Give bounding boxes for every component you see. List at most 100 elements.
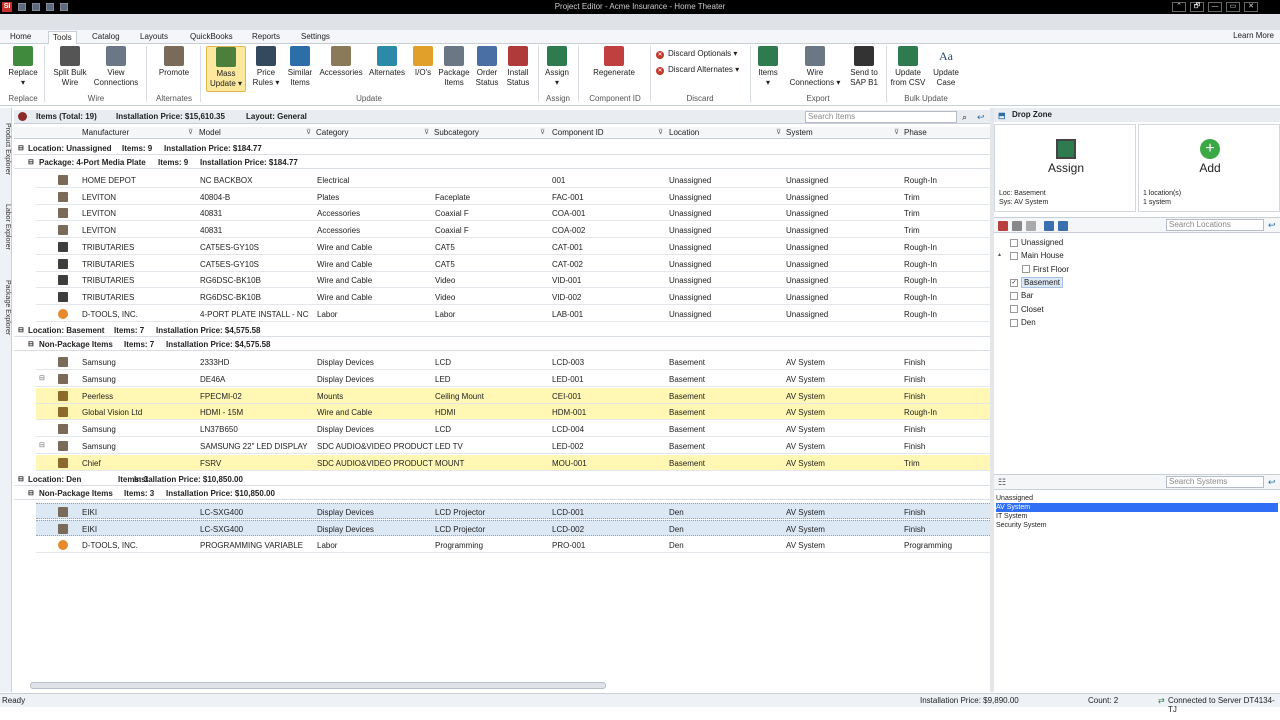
col-location[interactable]: Location [669,128,699,137]
package-items-button[interactable]: Package Items [438,46,470,88]
regenerate-button[interactable]: Regenerate [590,46,638,78]
location-group-header[interactable]: ⊟ Location: Unassigned Items: 9 Installatio… [14,141,990,155]
system-item[interactable]: Security System [996,521,1278,530]
table-row[interactable]: EIKI LC-SXG400 Display Devices LCD Projecto… [36,503,990,520]
col-subcategory[interactable]: Subcategory [434,128,479,137]
location-checkbox[interactable] [1010,292,1018,301]
search-items-input[interactable]: Search Items [805,111,957,123]
location-checkbox[interactable]: ✓ [1010,278,1018,287]
view-connections-button[interactable]: View Connections [92,46,140,88]
list-view-icon[interactable] [1026,221,1036,231]
sub-group-header[interactable]: ⊟ Non-Package Items Items: 7 Installation P… [14,337,990,352]
table-row[interactable]: TRIBUTARIES CAT5ES-GY10S Wire and Cable CAT… [36,239,990,255]
table-row[interactable]: TRIBUTARIES RG6DSC-BK10B Wire and Cable Vid… [36,272,990,289]
tab-settings[interactable]: Settings [297,31,334,44]
tab-layouts[interactable]: Layouts [136,31,172,44]
assign-ribbon-button[interactable]: Assign ▾ [542,46,572,88]
discard-alternates-button[interactable]: ✕ Discard Alternates ▾ [656,64,739,76]
learn-more-link[interactable]: Learn More [1233,31,1274,40]
expand-all-icon[interactable] [1044,221,1054,231]
wire-connections-button[interactable]: Wire Connections ▾ [788,46,842,88]
location-checkbox[interactable] [1022,265,1030,274]
location-node[interactable]: ▴ Main House [998,251,1064,261]
table-row[interactable]: Chief FSRV SDC AUDIO&VIDEO PRODUCTS MOUNT MO… [36,454,990,471]
tab-reports[interactable]: Reports [248,31,284,44]
sub-group-header[interactable]: ⊟ Package: 4-Port Media Plate Items: 9 Inst… [14,155,990,169]
update-from-csv-button[interactable]: Update from CSV [890,46,926,88]
send-to-sap-button[interactable]: Send to SAP B1 [848,46,880,88]
filter-icon[interactable]: ⊽ [776,128,781,136]
table-row[interactable]: D-TOOLS, INC. 4-PORT PLATE INSTALL - NC La… [36,306,990,322]
location-checkbox[interactable] [1010,252,1018,261]
horizontal-scrollbar[interactable] [30,682,606,689]
col-system[interactable]: System [786,128,813,137]
add-drop-box[interactable]: + Add 1 location(s) 1 system [1138,124,1280,212]
table-row[interactable]: ⊟ Samsung DE46A Display Devices LED LED-001 Ba… [36,371,990,387]
collapse-icon[interactable]: ⊟ [28,158,34,166]
accessories-button[interactable]: Accessories [318,46,364,78]
table-row[interactable]: Global Vision Ltd HDMI - 15M Wire and Cabl… [36,404,990,421]
clear-system-search-icon[interactable]: ↩ [1268,477,1276,488]
collapse-all-icon[interactable] [1058,221,1068,231]
table-row[interactable]: ⊟ Samsung SAMSUNG 22" LED DISPLAY SDC AUDIO… [36,438,990,454]
table-row[interactable]: TRIBUTARIES CAT5ES-GY10S Wire and Cable CAT… [36,256,990,272]
table-row[interactable]: LEVITON 40831 Accessories Coaxial F COA-002 U… [36,222,990,239]
filter-icon[interactable]: ⊽ [540,128,545,136]
col-category[interactable]: Category [316,128,348,137]
order-status-button[interactable]: Order Status [472,46,502,88]
labor-explorer-tab[interactable]: Labor Explorer [1,192,11,262]
tree-view-icon[interactable] [1012,221,1022,231]
col-phase[interactable]: Phase [904,128,927,137]
promote-button[interactable]: Promote [154,46,194,78]
search-icon[interactable]: ⌕ [962,112,967,123]
mass-update-button[interactable]: Mass Update ▾ [206,46,246,92]
search-systems-input[interactable]: Search Systems [1166,476,1264,488]
ios-button[interactable]: I/O's [410,46,436,78]
tab-home[interactable]: Home [6,31,35,44]
location-node[interactable]: Unassigned [1010,238,1063,247]
filter-icon[interactable]: ⊽ [188,128,193,136]
items-layout[interactable]: Layout: General [246,112,307,121]
location-group-header[interactable]: ⊟ Location: Basement Items: 7 Installation … [14,323,990,338]
system-item[interactable]: Unassigned [996,494,1278,503]
minimize-button[interactable]: — [1208,2,1222,12]
expand-icon[interactable]: ▴ [998,251,1001,258]
col-manufacturer[interactable]: Manufacturer [82,128,129,137]
similar-items-button[interactable]: Similar Items [284,46,316,88]
collapse-icon[interactable]: ⊟ [18,475,24,483]
clear-location-search-icon[interactable]: ↩ [1268,220,1276,231]
location-checkbox[interactable] [1010,305,1018,314]
discard-optionals-button[interactable]: ✕ Discard Optionals ▾ [656,48,737,60]
replace-button[interactable]: Replace ▾ [6,46,40,88]
location-node[interactable]: ✓ Basement [1010,276,1064,288]
table-row[interactable]: LEVITON 40831 Accessories Coaxial F COA-001 U… [36,205,990,222]
table-row[interactable]: Samsung LN37B650 Display Devices LCD LCD-004… [36,421,990,438]
location-node[interactable]: Den [1010,318,1036,327]
sub-group-header[interactable]: ⊟ Non-Package Items Items: 3 Installation P… [14,486,990,501]
product-explorer-tab[interactable]: Product Explorer [1,112,11,186]
col-component-id[interactable]: Component ID [552,128,604,137]
table-row[interactable]: Peerless FPECMI-02 Mounts Ceiling Mount CEI-… [36,387,990,404]
export-items-button[interactable]: Items ▾ [754,46,782,88]
row-expand-icon[interactable]: ⊟ [39,374,45,382]
install-status-button[interactable]: Install Status [504,46,532,88]
table-row[interactable]: LEVITON 40804-B Plates Faceplate FAC-001 Unas… [36,189,990,205]
filter-icon[interactable]: ⊽ [306,128,311,136]
collapse-icon[interactable]: ⊟ [28,340,34,348]
col-model[interactable]: Model [199,128,221,137]
location-group-header[interactable]: ⊟ Location: Den Items: 3 Installation Price… [14,472,990,487]
collapse-icon[interactable]: ⊟ [18,326,24,334]
help-icon[interactable]: ⌃ [1172,2,1186,12]
filter-icon[interactable]: ⊽ [894,128,899,136]
table-row[interactable]: HOME DEPOT NC BACKBOX Electrical 001 Unassig… [36,172,990,188]
filter-icon[interactable]: ⊽ [424,128,429,136]
close-button[interactable]: ✕ [1244,2,1258,12]
system-item[interactable]: AV System [996,503,1278,512]
location-node[interactable]: Bar [1010,291,1033,300]
tab-catalog[interactable]: Catalog [88,31,124,44]
split-bulk-wire-button[interactable]: Split Bulk Wire [50,46,90,88]
collapse-icon[interactable]: ⊟ [28,489,34,497]
restore-icon[interactable]: 🗗 [1190,2,1204,12]
location-type-icon[interactable] [998,221,1008,231]
systems-list-icon[interactable]: ☷ [998,477,1006,488]
